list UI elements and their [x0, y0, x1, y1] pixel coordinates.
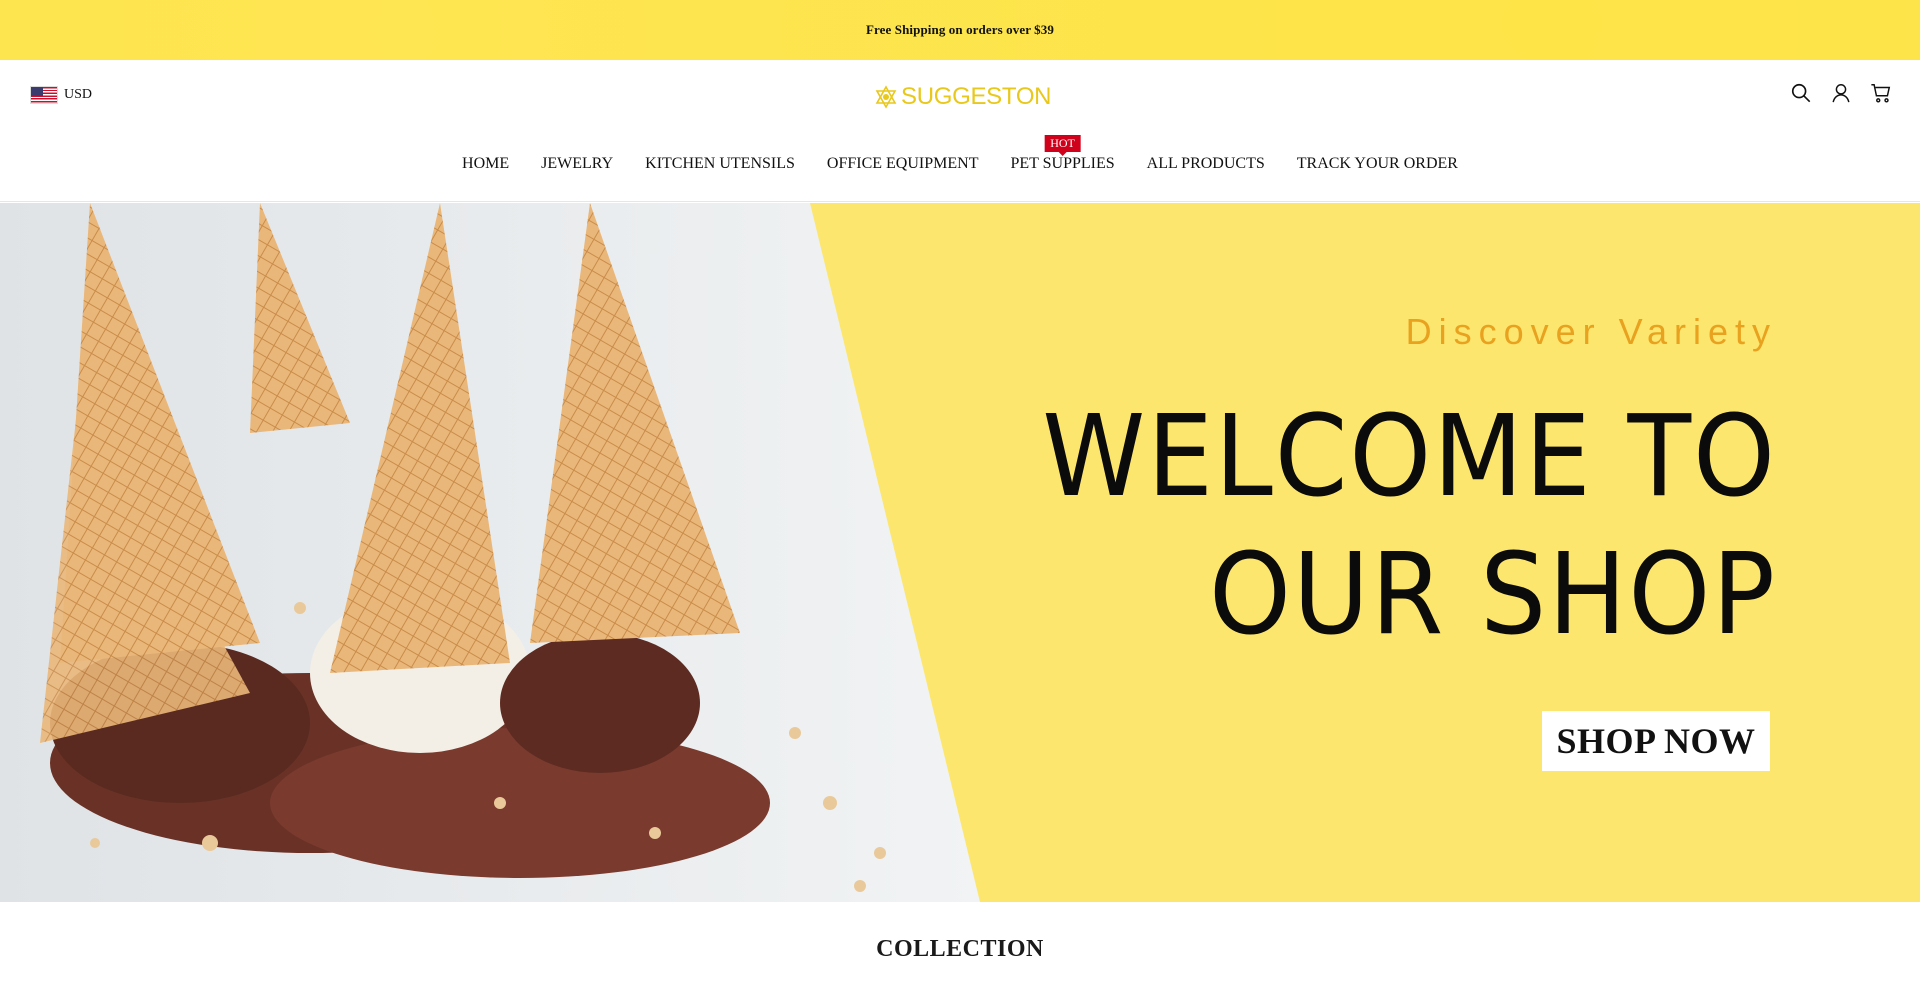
logo-text: SUGGESTON: [901, 83, 1052, 110]
hero-title-line2: OUR SHOP: [1209, 530, 1777, 660]
search-icon[interactable]: [1790, 82, 1812, 104]
collection-heading: COLLECTION: [876, 936, 1044, 962]
site-header: USD SUGGESTON HOME JEWELRY KITCHEN UTENS…: [0, 60, 1920, 202]
announcement-text: Free Shipping on orders over $39: [866, 22, 1054, 37]
hot-badge: HOT: [1044, 135, 1081, 152]
logo-star-icon: [875, 85, 897, 109]
nav-item-kitchen-utensils[interactable]: KITCHEN UTENSILS: [629, 155, 811, 173]
nav-item-pet-supplies[interactable]: HOT PET SUPPLIES: [994, 135, 1130, 173]
nav-item-all-products[interactable]: ALL PRODUCTS: [1131, 155, 1281, 173]
hero-banner[interactable]: Discover Variety WELCOME TO OUR SHOP SHO…: [0, 203, 1920, 902]
hero-title: WELCOME TO OUR SHOP: [1042, 388, 1777, 664]
nav-item-jewelry[interactable]: JEWELRY: [525, 155, 629, 173]
account-icon[interactable]: [1830, 82, 1852, 104]
hero-title-line1: WELCOME TO: [1042, 392, 1777, 522]
shop-now-button[interactable]: SHOP NOW: [1542, 711, 1770, 771]
hero-subtitle: Discover Variety: [1405, 311, 1777, 352]
main-nav: HOME JEWELRY KITCHEN UTENSILS OFFICE EQU…: [0, 135, 1920, 173]
nav-item-home[interactable]: HOME: [446, 155, 525, 173]
cart-icon[interactable]: [1870, 82, 1892, 104]
currency-label: USD: [64, 87, 93, 102]
nav-item-track-order[interactable]: TRACK YOUR ORDER: [1281, 155, 1474, 173]
currency-selector[interactable]: USD: [30, 85, 92, 105]
nav-item-office-equipment[interactable]: OFFICE EQUIPMENT: [811, 155, 995, 173]
site-logo[interactable]: SUGGESTON: [874, 82, 1052, 112]
us-flag-icon: [30, 86, 58, 104]
nav-item-label: PET SUPPLIES: [1010, 155, 1115, 172]
announcement-bar: Free Shipping on orders over $39: [0, 0, 1920, 60]
header-actions: [1790, 82, 1892, 104]
